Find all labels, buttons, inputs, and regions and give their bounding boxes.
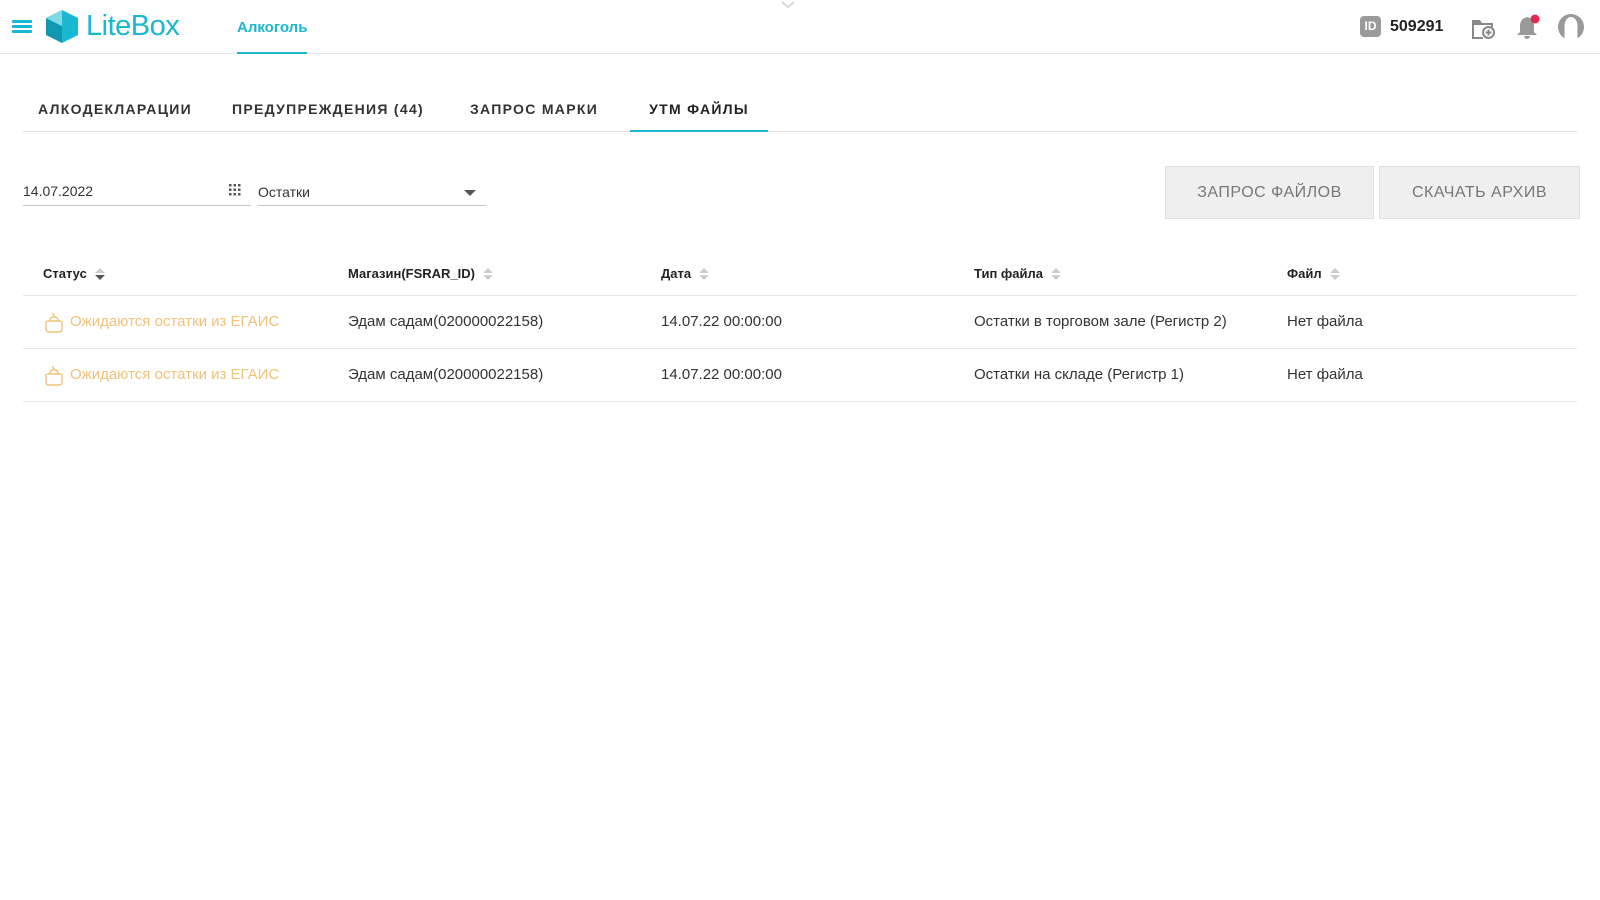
status-text: Ожидаются остатки из ЕГАИС	[70, 313, 280, 330]
logo[interactable]: LiteBox	[46, 10, 180, 43]
file-type-cell: Остатки на складе (Регистр 1)	[974, 366, 1184, 383]
hourglass-waiting-icon	[45, 312, 63, 333]
folder-add-icon[interactable]	[1471, 17, 1495, 39]
date-input[interactable]	[23, 178, 213, 204]
column-header-date[interactable]: Дата	[661, 266, 710, 281]
tab-alcodeclarations[interactable]: АЛКОДЕКЛАРАЦИИ	[23, 88, 207, 132]
logo-text: LiteBox	[86, 10, 180, 42]
user-avatar-icon[interactable]	[1557, 13, 1585, 41]
date-field	[23, 178, 251, 206]
tab-bar: АЛКОДЕКЛАРАЦИИ ПРЕДУПРЕЖДЕНИЯ (44) ЗАПРО…	[23, 88, 1577, 132]
hourglass-waiting-icon	[45, 365, 63, 386]
table-row[interactable]: Ожидаются остатки из ЕГАИС Эдам садам(02…	[23, 296, 1577, 349]
store-cell: Эдам садам(020000022158)	[348, 313, 544, 330]
file-type-select[interactable]: Остатки	[258, 178, 486, 206]
select-value: Остатки	[258, 184, 310, 200]
column-header-file-type[interactable]: Тип файла	[974, 266, 1061, 281]
date-cell: 14.07.22 00:00:00	[661, 313, 782, 330]
calendar-grid-icon[interactable]	[229, 184, 241, 196]
file-cell: Нет файла	[1287, 366, 1363, 383]
litebox-logo-icon	[46, 10, 78, 43]
sort-icon	[699, 267, 710, 280]
hamburger-menu-icon[interactable]	[12, 20, 32, 34]
sort-icon	[1329, 267, 1340, 280]
id-icon: ID	[1360, 16, 1381, 37]
account-id-block[interactable]: ID 509291	[1360, 16, 1443, 37]
status-cell: Ожидаются остатки из ЕГАИС	[43, 296, 279, 348]
sort-icon	[1051, 267, 1061, 280]
column-label: Магазин(FSRAR_ID)	[348, 266, 475, 281]
request-files-button[interactable]: ЗАПРОС ФАЙЛОВ	[1165, 166, 1374, 219]
utm-files-table: Статус Магазин(FSRAR_ID) Дата Тип файла …	[23, 254, 1577, 402]
store-cell: Эдам садам(020000022158)	[348, 366, 544, 383]
date-cell: 14.07.22 00:00:00	[661, 366, 782, 383]
tab-utm-files[interactable]: УТМ ФАЙЛЫ	[630, 88, 768, 132]
sort-icon	[94, 267, 105, 280]
column-label: Тип файла	[974, 266, 1043, 281]
notification-dot	[1530, 14, 1540, 24]
sort-icon	[483, 267, 493, 280]
status-text: Ожидаются остатки из ЕГАИС	[70, 366, 280, 383]
column-label: Статус	[43, 266, 87, 281]
nav-item-alcohol[interactable]: Алкоголь	[237, 0, 308, 54]
bell-icon[interactable]	[1516, 14, 1540, 40]
column-label: Файл	[1287, 266, 1322, 281]
chevron-down-icon	[464, 190, 476, 196]
column-header-store[interactable]: Магазин(FSRAR_ID)	[348, 266, 493, 281]
account-id: 509291	[1390, 17, 1444, 35]
file-type-cell: Остатки в торговом зале (Регистр 2)	[974, 313, 1227, 330]
tab-mark-request[interactable]: ЗАПРОС МАРКИ	[450, 88, 618, 132]
column-label: Дата	[661, 266, 692, 281]
top-bar: LiteBox Алкоголь ID 509291	[0, 0, 1600, 54]
table-header: Статус Магазин(FSRAR_ID) Дата Тип файла …	[23, 254, 1577, 296]
download-archive-button[interactable]: СКАЧАТЬ АРХИВ	[1379, 166, 1580, 219]
status-cell: Ожидаются остатки из ЕГАИС	[43, 349, 279, 401]
chevron-down-icon[interactable]	[780, 0, 796, 10]
column-header-file[interactable]: Файл	[1287, 266, 1340, 281]
tab-warnings[interactable]: ПРЕДУПРЕЖДЕНИЯ (44)	[223, 88, 433, 132]
column-header-status[interactable]: Статус	[43, 266, 105, 281]
table-row[interactable]: Ожидаются остатки из ЕГАИС Эдам садам(02…	[23, 349, 1577, 402]
file-cell: Нет файла	[1287, 313, 1363, 330]
